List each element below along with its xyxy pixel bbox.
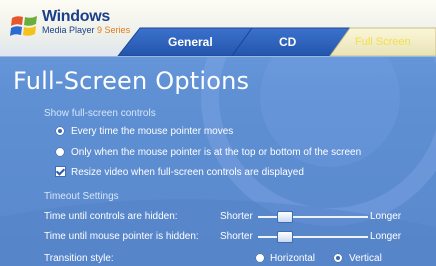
pointer-hidden-slider-thumb[interactable]: [277, 231, 294, 243]
controls-hidden-label: Time until controls are hidden:: [44, 211, 178, 222]
radio-horizontal[interactable]: [255, 253, 265, 263]
resize-video-label[interactable]: Resize video when full-screen controls a…: [71, 167, 304, 179]
resize-video-checkbox[interactable]: [55, 166, 66, 177]
controls-hidden-max-label: Longer: [370, 211, 402, 222]
header-bar: Windows Media Player 9 Series General CD…: [0, 0, 436, 57]
transition-horizontal-label[interactable]: Horizontal: [270, 253, 315, 265]
tab-full-screen-label[interactable]: Full Screen: [355, 35, 411, 49]
page-title: Full-Screen Options: [13, 67, 250, 95]
tab-general-label[interactable]: General: [168, 35, 213, 49]
options-window: Windows Media Player 9 Series General CD…: [0, 0, 436, 266]
controls-hidden-slider-thumb[interactable]: [277, 211, 294, 223]
transition-vertical-label[interactable]: Vertical: [349, 253, 382, 265]
radio-mouse-moves[interactable]: [55, 126, 65, 136]
pointer-hidden-max-label: Longer: [370, 231, 402, 242]
show-controls-label: Show full-screen controls: [44, 108, 156, 119]
pointer-hidden-min-label: Shorter: [220, 231, 253, 242]
transition-style-label: Transition style:: [44, 253, 114, 264]
pointer-hidden-slider-track[interactable]: [258, 236, 368, 238]
radio-top-bottom[interactable]: [55, 147, 65, 157]
option-mouse-moves-label[interactable]: Every time the mouse pointer moves: [71, 126, 233, 138]
radio-vertical[interactable]: [333, 253, 343, 263]
controls-hidden-slider-track[interactable]: [258, 216, 368, 218]
tab-cd-label[interactable]: CD: [279, 35, 296, 49]
timeout-settings-label: Timeout Settings: [44, 191, 119, 202]
controls-hidden-min-label: Shorter: [220, 211, 253, 222]
pointer-hidden-label: Time until mouse pointer is hidden:: [44, 231, 199, 242]
option-top-bottom-label[interactable]: Only when the mouse pointer is at the to…: [71, 147, 361, 159]
